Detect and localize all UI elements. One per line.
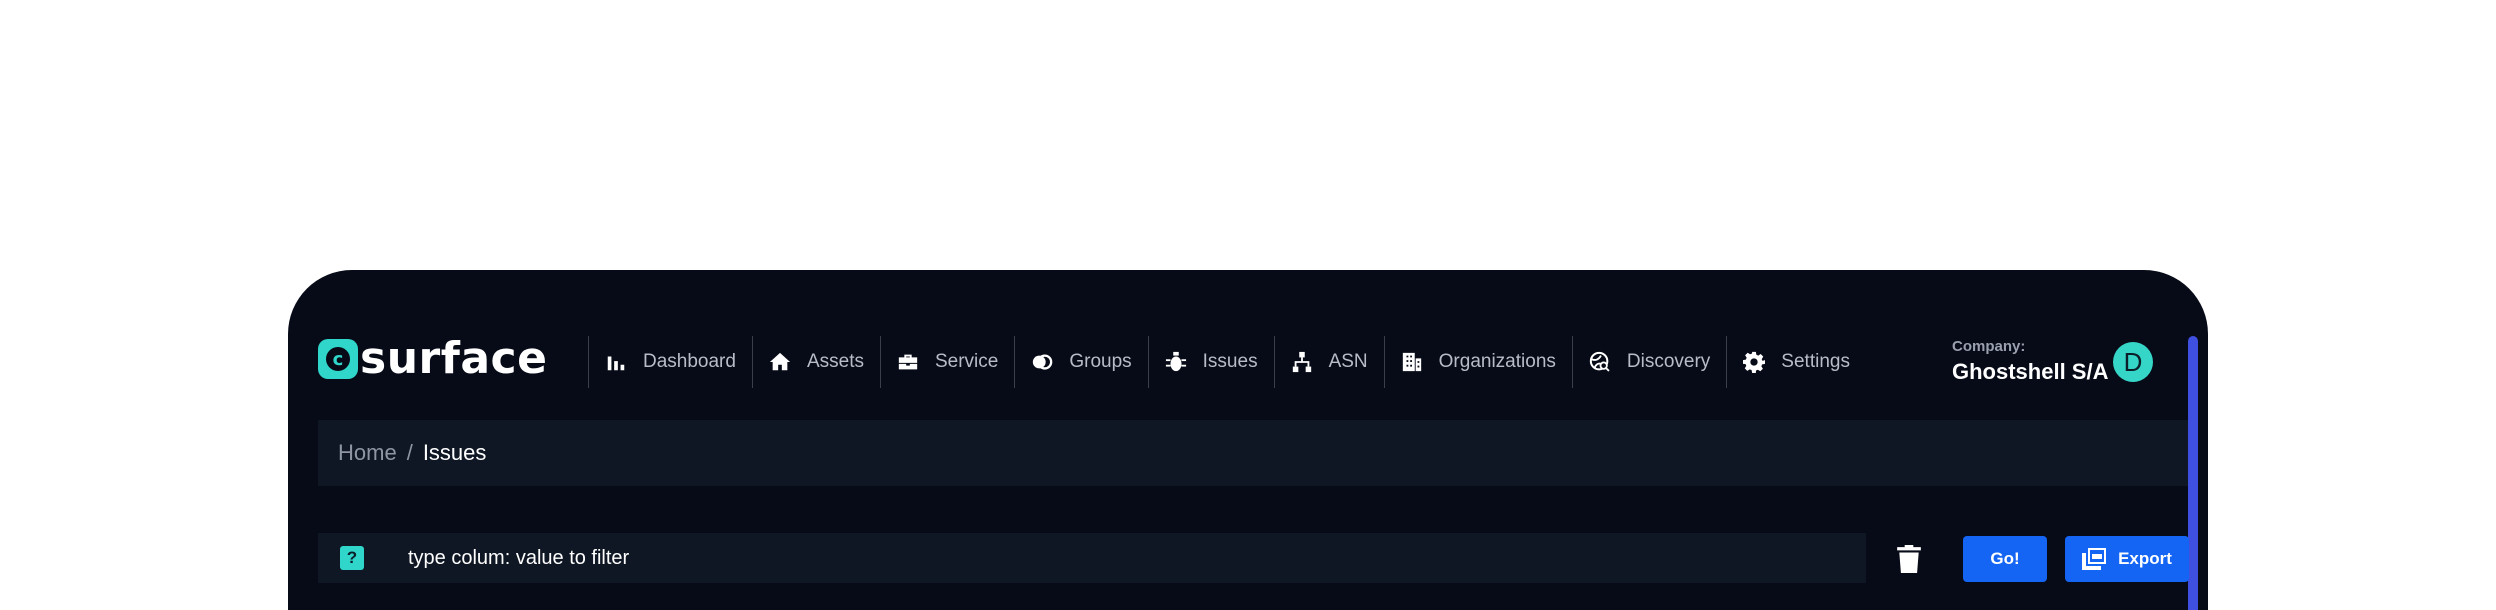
toolbox-icon (897, 351, 919, 373)
nav-label: Dashboard (643, 351, 736, 372)
logo-mark: c (318, 339, 358, 379)
nav-label: Groups (1069, 351, 1132, 372)
nav-item-discovery[interactable]: Discovery (1571, 336, 1726, 388)
nav-item-organizations[interactable]: Organizations (1383, 336, 1572, 388)
nav-item-settings[interactable]: Settings (1726, 336, 1866, 388)
nav-label: Settings (1781, 351, 1850, 372)
scrollbar[interactable] (2188, 336, 2198, 610)
help-icon[interactable]: ? (340, 546, 364, 570)
logo[interactable]: c surface (318, 333, 548, 384)
logo-text: surface (360, 333, 548, 384)
nav-label: Assets (806, 351, 864, 372)
sitemap-icon (1291, 351, 1313, 373)
globe-search-icon (1589, 351, 1611, 373)
company-info: Company: Ghostshell S/A (1952, 338, 2108, 385)
nav-label: Organizations (1438, 351, 1556, 372)
company-label: Company: (1952, 338, 2026, 355)
nav-label: Issues (1202, 351, 1258, 372)
nav-label: Discovery (1626, 351, 1711, 372)
filter-bar: ? (318, 533, 1866, 583)
filter-input[interactable] (408, 533, 1866, 583)
breadcrumb: Home / Issues (318, 420, 2188, 486)
nav-label: ASN (1328, 351, 1368, 372)
avatar[interactable]: D (2113, 342, 2153, 382)
nav-label: Service (934, 351, 999, 372)
nav-item-dashboard[interactable]: Dashboard (588, 336, 752, 388)
company-name[interactable]: Ghostshell S/A (1952, 359, 2108, 385)
export-label: Export (2118, 549, 2172, 568)
nav-item-service[interactable]: Service (879, 336, 1014, 388)
bar-chart-icon (605, 351, 627, 373)
go-button[interactable]: Go! (1963, 536, 2047, 582)
building-icon (1401, 351, 1423, 373)
nav-item-issues[interactable]: Issues (1147, 336, 1274, 388)
pdf-icon (2082, 548, 2107, 570)
group-icon (1031, 351, 1053, 373)
bug-icon (1165, 351, 1187, 373)
logo-mark-letter: c (326, 347, 350, 371)
nav-item-groups[interactable]: Groups (1014, 336, 1147, 388)
home-icon (769, 351, 791, 373)
breadcrumb-current: Issues (422, 440, 487, 465)
main-nav: Dashboard Assets Service Groups Issues A… (588, 336, 1866, 388)
app-window: c surface Dashboard Assets Service Group… (288, 270, 2208, 610)
breadcrumb-home[interactable]: Home (338, 440, 397, 466)
breadcrumb-separator: / (406, 440, 413, 465)
trash-icon[interactable] (1896, 545, 1922, 573)
nav-item-assets[interactable]: Assets (751, 336, 880, 388)
nav-item-asn[interactable]: ASN (1273, 336, 1384, 388)
export-button[interactable]: Export (2065, 536, 2189, 582)
gear-icon (1743, 351, 1766, 373)
